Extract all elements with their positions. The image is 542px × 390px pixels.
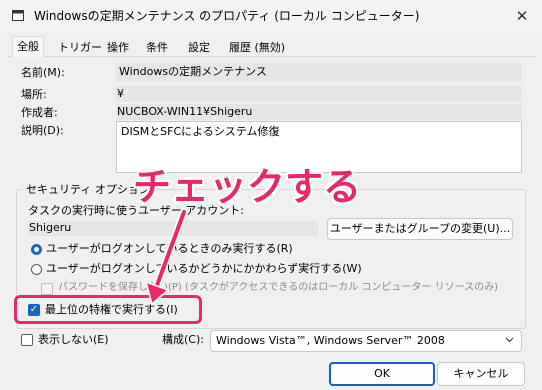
tab-strip-border: [6, 56, 536, 57]
name-field[interactable]: Windowsの定期メンテナンス: [116, 63, 522, 81]
task-scheduler-icon: [12, 10, 24, 21]
tab-general[interactable]: 全般: [12, 36, 44, 57]
highest-privileges-label[interactable]: 最上位の特権で実行する(I): [45, 303, 178, 317]
location-field: ¥: [116, 86, 522, 102]
change-user-button[interactable]: ユーザーまたはグループの変更(U)...: [327, 218, 513, 240]
tab-actions[interactable]: 操作: [103, 40, 133, 56]
radio-whether-label[interactable]: ユーザーがログオンしているかどうかにかかわらず実行する(W): [46, 262, 362, 276]
cancel-button[interactable]: キャンセル: [437, 362, 525, 386]
radio-logged-on-only[interactable]: [31, 244, 42, 255]
hidden-label[interactable]: 表示しない(E): [38, 333, 109, 347]
description-value: DISMとSFCによるシステム修復: [121, 125, 280, 138]
author-value: NUCBOX-WIN11¥Shigeru: [117, 105, 253, 118]
configure-value: Windows Vista™, Windows Server™ 2008: [216, 334, 445, 347]
callout-arrow: [140, 208, 200, 306]
configure-label: 構成(C):: [162, 333, 204, 346]
hidden-checkbox[interactable]: [21, 334, 33, 346]
no-store-password-label: パスワードを保存しない(P) (タスクがアクセスできるのはローカル コンピュータ…: [58, 282, 498, 293]
callout-text: チェックする: [133, 165, 362, 209]
close-icon[interactable]: ✕: [512, 6, 532, 26]
location-label: 場所:: [21, 88, 47, 101]
no-store-password-checkbox[interactable]: [41, 283, 53, 295]
description-label: 説明(D):: [21, 124, 64, 137]
highest-privileges-checkbox[interactable]: ✓: [28, 304, 40, 316]
tab-conditions[interactable]: 条件: [142, 40, 172, 56]
name-label: 名前(M):: [21, 66, 65, 79]
user-value: Shigeru: [29, 221, 72, 234]
author-label: 作成者:: [21, 106, 58, 119]
tab-history[interactable]: 履歴 (無効): [225, 40, 289, 56]
window-title: Windowsの定期メンテナンス のプロパティ (ローカル コンピューター): [34, 9, 420, 23]
chevron-down-icon: [505, 335, 514, 347]
tab-triggers[interactable]: トリガー: [54, 40, 106, 56]
tab-settings[interactable]: 設定: [184, 40, 214, 56]
name-value: Windowsの定期メンテナンス: [119, 65, 267, 78]
ok-button[interactable]: OK: [329, 362, 435, 386]
configure-select[interactable]: Windows Vista™, Windows Server™ 2008: [210, 330, 522, 352]
radio-whether-logged-on[interactable]: [31, 264, 42, 275]
location-value: ¥: [117, 87, 124, 100]
author-field: NUCBOX-WIN11¥Shigeru: [116, 104, 522, 120]
